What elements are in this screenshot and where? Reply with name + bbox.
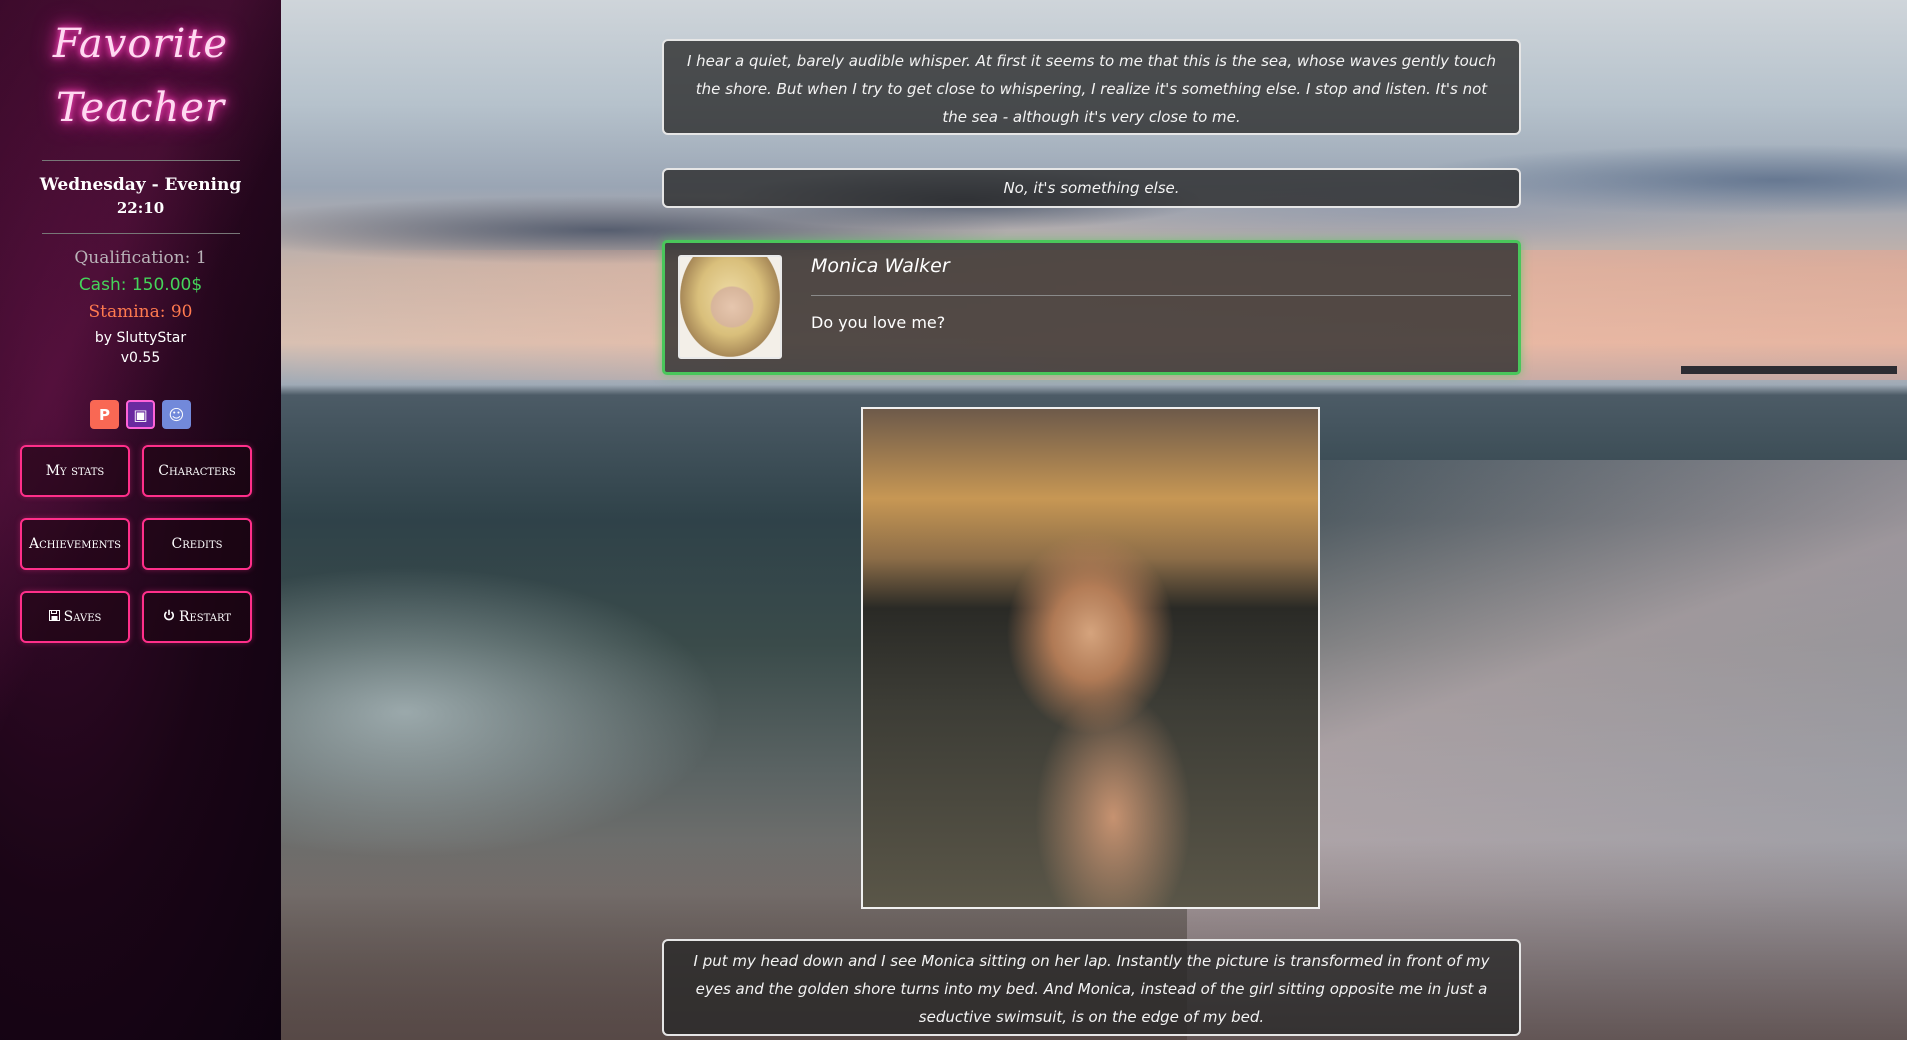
dialog-text: Do you love me?: [811, 313, 946, 332]
speaker-name: Monica Walker: [811, 255, 950, 277]
power-icon: [163, 609, 175, 625]
logo-line-1: Favorite: [52, 21, 229, 67]
saves-label: Saves: [63, 609, 102, 625]
sidebar: Favorite Teacher Wednesday - Evening 22:…: [0, 0, 281, 1040]
divider: [41, 160, 240, 161]
my-stats-label: My stats: [45, 463, 105, 479]
author-credit: by SluttyStar: [94, 330, 187, 346]
my-stats-button[interactable]: My stats: [20, 445, 130, 497]
achievements-button[interactable]: Achievements: [20, 518, 130, 570]
qualification-stat: Qualification: 1: [74, 248, 207, 268]
stamina-stat: Stamina: 90: [88, 302, 193, 322]
speaker-portrait: [678, 255, 782, 359]
story-paragraph: I put my head down and I see Monica sitt…: [662, 939, 1521, 1036]
saves-button[interactable]: Saves: [20, 591, 130, 643]
discord-icon[interactable]: ☺: [162, 400, 191, 429]
characters-label: Characters: [158, 463, 236, 479]
logo-line-2: Teacher: [55, 85, 226, 131]
credits-label: Credits: [171, 536, 223, 552]
day-period: Wednesday - Evening: [39, 175, 242, 195]
version-label: v0.55: [120, 350, 161, 366]
story-paragraph: No, it's something else.: [662, 168, 1521, 208]
pier: [1681, 366, 1897, 374]
cash-stat: Cash: 150.00$: [78, 275, 203, 295]
characters-button[interactable]: Characters: [142, 445, 252, 497]
achievements-label: Achievements: [28, 536, 122, 552]
game-logo: Favorite Teacher: [0, 12, 281, 140]
social-links: P ▣ ☺: [0, 400, 281, 429]
divider: [811, 295, 1511, 296]
story-paragraph: I hear a quiet, barely audible whisper. …: [662, 39, 1521, 135]
credits-button[interactable]: Credits: [142, 518, 252, 570]
patreon-icon[interactable]: P: [90, 400, 119, 429]
restart-label: Restart: [178, 609, 232, 625]
menu-buttons: My stats Characters Achievements Credits…: [20, 445, 281, 643]
dialog-box: Monica Walker Do you love me?: [662, 240, 1521, 375]
itch-icon[interactable]: ▣: [126, 400, 155, 429]
restart-button[interactable]: Restart: [142, 591, 252, 643]
floppy-icon: [48, 609, 60, 625]
clock-time: 22:10: [116, 199, 165, 217]
divider: [41, 233, 240, 234]
scene-image: [861, 407, 1320, 909]
